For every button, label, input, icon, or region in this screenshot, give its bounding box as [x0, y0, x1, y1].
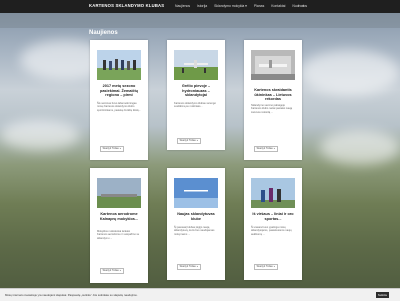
read-more-link[interactable]: Skaityti Toliau »	[100, 268, 124, 274]
accept-cookies-button[interactable]: Sutinku	[376, 292, 389, 298]
pilots-photo-image	[251, 178, 295, 208]
facebook-icon[interactable]: f	[298, 3, 299, 8]
news-card[interactable]: Kartenos aerodrome Kalnaprų mokyklos... …	[90, 168, 148, 283]
news-card[interactable]: Naujas sklandytuvas klube Šį pavasarį kl…	[167, 168, 225, 280]
card-image[interactable]	[97, 178, 141, 208]
card-excerpt: Kartenos sklandymo klubas surengė susiti…	[174, 102, 216, 109]
card-excerpt: Šį pavasarį klubas įsigijo naują sklandy…	[174, 226, 215, 236]
read-more-link[interactable]: Skaityti Toliau »	[177, 264, 201, 270]
nav-item-naujienos[interactable]: Naujienos	[175, 4, 190, 8]
card-excerpt: Sklandymo sezono pabaigoje Kartenos klub…	[251, 104, 293, 114]
sky-glider-image	[174, 178, 218, 208]
cookie-banner: Mūsų interneto svetainėje yra naudojami …	[0, 288, 400, 301]
social-icons: f ⌕	[298, 3, 304, 8]
nav-item-istorija[interactable]: Istorija	[197, 4, 207, 8]
card-image[interactable]	[174, 50, 218, 80]
news-card[interactable]: Grėlio pievoje – hydroniauzas – sklandyt…	[167, 40, 225, 150]
card-title[interactable]: Kartenos skraidantis ūkininkas – Lietuvo…	[251, 88, 295, 102]
site-brand[interactable]: KARTENOS SKLANDYMO KLUBAS	[89, 3, 164, 8]
read-more-link[interactable]: Skaityti Toliau »	[254, 264, 278, 270]
nav-item-planas[interactable]: Planas	[254, 4, 264, 8]
card-image[interactable]	[251, 50, 295, 80]
read-more-link[interactable]: Skaityti Toliau »	[254, 146, 278, 152]
background-cloud	[320, 130, 400, 165]
team-photo-image	[97, 50, 141, 80]
main-nav: Naujienos Istorija Sklandymo mokykla ▾ P…	[175, 4, 314, 8]
card-title[interactable]: 2017 metų sezono pasiekimai. Žemaičių re…	[97, 84, 141, 98]
news-card[interactable]: Iš viršaus – liniai ir oro sportas... Ši…	[244, 168, 302, 280]
card-excerpt: Šis sezonas buvo labai sėkmingas mūsų Ka…	[97, 102, 141, 112]
nav-item-sklandymo-mokykla[interactable]: Sklandymo mokykla ▾	[214, 4, 247, 8]
page-title: Naujienos	[89, 30, 118, 36]
airfield-image	[97, 178, 141, 208]
cookie-message: Mūsų interneto svetainėje yra naudojami …	[5, 293, 138, 297]
glider-field-image	[174, 50, 218, 80]
background-cloud	[0, 120, 80, 150]
search-icon[interactable]: ⌕	[302, 3, 304, 8]
background-cloud	[300, 50, 400, 95]
card-title[interactable]: Naujas sklandytuvas klube	[174, 212, 218, 221]
card-image[interactable]	[97, 50, 141, 80]
top-navigation-bar: KARTENOS SKLANDYMO KLUBAS Naujienos Isto…	[0, 0, 400, 13]
read-more-link[interactable]: Skaityti Toliau »	[100, 146, 124, 152]
card-title[interactable]: Grėlio pievoje – hydroniauzas – sklandyt…	[174, 84, 218, 98]
nav-item-kontaktai[interactable]: Kontaktai	[271, 4, 285, 8]
news-card[interactable]: Kartenos skraidantis ūkininkas – Lietuvo…	[244, 40, 302, 160]
read-more-link[interactable]: Skaityti Toliau »	[177, 138, 201, 144]
card-excerpt: Mokyklos moksleiviai lankėsi Kartenos ae…	[97, 230, 140, 240]
page-title-bar: Naujienos	[0, 13, 400, 36]
news-card[interactable]: 2017 metų sezono pasiekimai. Žemaičių re…	[90, 40, 148, 160]
card-image[interactable]	[174, 178, 218, 208]
hangar-image	[251, 50, 295, 80]
card-title[interactable]: Kartenos aerodrome Kalnaprų mokyklos...	[97, 212, 141, 221]
card-title[interactable]: Iš viršaus – liniai ir oro sportas...	[251, 212, 295, 221]
card-excerpt: Ši vasara buvo ypatinga mūsų sklandytoja…	[251, 226, 292, 236]
card-image[interactable]	[251, 178, 295, 208]
